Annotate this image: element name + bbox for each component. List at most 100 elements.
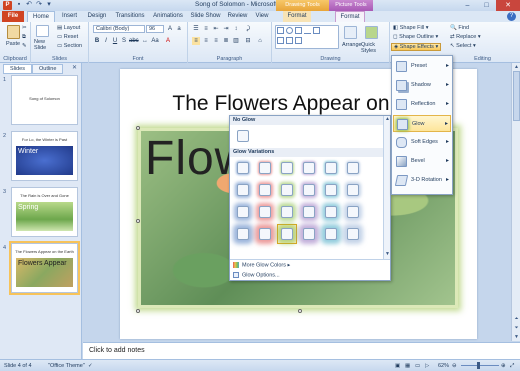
redo-icon[interactable]: ↷	[35, 1, 43, 9]
glow-variation-option[interactable]	[303, 228, 315, 240]
decrease-indent-icon[interactable]: ⇤	[212, 25, 220, 33]
replace-button[interactable]: ⇄ Replace ▾	[450, 34, 481, 40]
justify-icon[interactable]: ≣	[222, 37, 230, 45]
slide-thumbnail-3[interactable]: The Rain is Over and Gone Spring	[11, 187, 78, 237]
glow-variation-option[interactable]	[237, 206, 249, 218]
glow-variation-option[interactable]	[259, 228, 271, 240]
shape-effects-button[interactable]: ◈ Shape Effects ▾	[391, 43, 442, 51]
menu-item-3d-rotation[interactable]: 3-D Rotation ▸	[393, 172, 451, 189]
undo-icon[interactable]: ↶	[25, 1, 33, 9]
text-direction-icon[interactable]: ⤸	[244, 25, 252, 33]
more-glow-colors-item[interactable]: More Glow Colors ▸	[233, 262, 290, 268]
help-icon[interactable]: ?	[507, 12, 516, 21]
line-spacing-icon[interactable]: ↕	[232, 25, 240, 33]
resize-handle[interactable]	[136, 309, 140, 313]
tab-animations[interactable]: Animations	[150, 11, 186, 22]
glow-variation-option[interactable]	[259, 162, 271, 174]
glow-variation-option[interactable]	[281, 206, 293, 218]
new-slide-icon[interactable]	[36, 25, 49, 37]
scroll-up-icon[interactable]: ▲	[512, 63, 520, 71]
star-shape-icon[interactable]	[286, 37, 293, 44]
line-shape-icon[interactable]	[304, 27, 311, 34]
customize-qat-icon[interactable]: ▾	[45, 1, 53, 9]
glow-variation-option[interactable]	[259, 184, 271, 196]
menu-item-reflection[interactable]: Reflection ▸	[393, 96, 451, 113]
glow-variation-option[interactable]	[281, 228, 293, 240]
bold-button[interactable]: B	[93, 37, 101, 45]
rounded-rect-shape-icon[interactable]	[295, 27, 302, 34]
increase-indent-icon[interactable]: ⇥	[222, 25, 230, 33]
menu-item-preset[interactable]: Preset ▸	[393, 58, 451, 75]
menu-item-soft-edges[interactable]: Soft Edges ▸	[393, 134, 451, 151]
glow-variation-option[interactable]	[303, 162, 315, 174]
theme-indicator[interactable]: "Office Theme"	[48, 363, 85, 369]
strikethrough-button[interactable]: abc	[129, 37, 139, 45]
scroll-thumb[interactable]	[513, 71, 520, 121]
shrink-font-icon[interactable]: a	[175, 25, 183, 33]
glow-options-item[interactable]: Glow Options...	[233, 272, 280, 278]
oval-shape-icon[interactable]	[286, 27, 293, 34]
fit-to-window-icon[interactable]: ⤢	[510, 363, 514, 370]
find-button[interactable]: 🔍 Find	[450, 25, 469, 31]
glow-variation-option[interactable]	[237, 162, 249, 174]
menu-item-shadow[interactable]: Shadow ▸	[393, 77, 451, 94]
brace-shape-icon[interactable]	[295, 37, 302, 44]
slide-thumbnail-4[interactable]: The Flowers Appear on the Earth Flowers …	[9, 241, 80, 295]
slide-show-icon[interactable]: ▷	[425, 363, 429, 369]
arrange-icon[interactable]	[344, 26, 357, 39]
numbering-icon[interactable]: ≡	[202, 25, 210, 33]
align-right-icon[interactable]: ≡	[212, 37, 220, 45]
resize-handle[interactable]	[298, 309, 302, 313]
slide-thumbnail-2[interactable]: For Lo, the Winter is Past Winter	[11, 131, 78, 181]
glow-variation-option[interactable]	[347, 184, 359, 196]
glow-variation-option[interactable]	[237, 228, 249, 240]
prev-slide-icon[interactable]: ⏶	[512, 315, 520, 323]
scroll-down-icon[interactable]: ▼	[512, 333, 520, 341]
next-slide-icon[interactable]: ⏷	[512, 324, 520, 332]
gallery-scroll-down-icon[interactable]: ▼	[384, 251, 391, 257]
reading-view-icon[interactable]: ▭	[415, 363, 420, 369]
copy-icon[interactable]: ⧉	[22, 34, 26, 41]
menu-item-bevel[interactable]: Bevel ▸	[393, 153, 451, 170]
normal-view-icon[interactable]: ▣	[395, 363, 400, 369]
glow-variation-option[interactable]	[325, 206, 337, 218]
quick-styles-icon[interactable]	[365, 26, 378, 39]
glow-variation-option[interactable]	[281, 184, 293, 196]
tab-slides[interactable]: Slides	[3, 64, 32, 74]
section-button[interactable]: ▭ Section	[57, 43, 82, 49]
font-name-select[interactable]: Calibri (Body)	[93, 25, 145, 33]
format-painter-icon[interactable]: ✎	[22, 43, 27, 49]
save-icon[interactable]: ▪	[15, 1, 23, 9]
maximize-icon[interactable]: □	[477, 0, 496, 11]
no-glow-option[interactable]	[237, 130, 249, 142]
tab-file[interactable]: File	[2, 11, 24, 22]
grow-font-icon[interactable]: A	[166, 25, 174, 33]
font-size-select[interactable]: 96	[146, 25, 164, 33]
arrange-button[interactable]: Arrange	[342, 42, 362, 48]
tab-slide-show[interactable]: Slide Show	[188, 11, 223, 22]
paste-button[interactable]: Paste	[6, 41, 20, 47]
resize-handle[interactable]	[136, 126, 140, 130]
vertical-scrollbar[interactable]: ▲ ⏶ ⏷ ▼	[511, 63, 520, 341]
notes-pane[interactable]: Click to add notes	[83, 342, 520, 359]
zoom-level[interactable]: 62%	[438, 363, 449, 369]
underline-button[interactable]: U	[111, 37, 119, 45]
zoom-slider-thumb[interactable]	[477, 362, 480, 369]
columns-icon[interactable]: ▥	[232, 37, 240, 45]
spell-check-icon[interactable]: ✓	[88, 363, 93, 369]
glow-variation-option[interactable]	[303, 184, 315, 196]
new-slide-button[interactable]: New Slide	[34, 39, 54, 51]
tab-review[interactable]: Review	[225, 11, 250, 22]
glow-variation-option[interactable]	[281, 162, 293, 174]
select-button[interactable]: ↖ Select ▾	[450, 43, 476, 49]
change-case-icon[interactable]: Aa	[151, 37, 159, 45]
glow-variation-option[interactable]	[303, 206, 315, 218]
glow-variation-option[interactable]	[325, 162, 337, 174]
shape-fill-button[interactable]: ◧ Shape Fill ▾	[393, 25, 429, 31]
slide-sorter-icon[interactable]: ▦	[405, 363, 410, 369]
zoom-in-icon[interactable]: ⊕	[501, 363, 506, 369]
tab-design[interactable]: Design	[84, 11, 110, 22]
rectangle-shape-icon[interactable]	[277, 27, 284, 34]
layout-button[interactable]: ▤ Layout	[57, 25, 80, 31]
pane-close-icon[interactable]: ✕	[72, 64, 77, 71]
